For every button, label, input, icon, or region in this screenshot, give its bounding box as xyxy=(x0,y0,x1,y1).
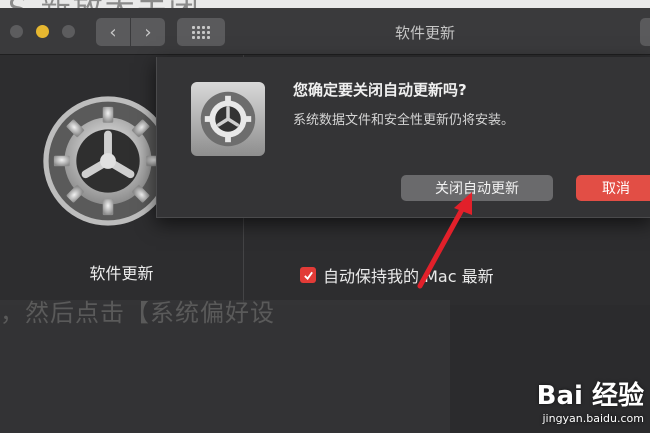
watermark-brand: Bai 经验 xyxy=(536,381,644,411)
gear-icon xyxy=(43,96,173,226)
dialog-title: 您确定要关闭自动更新吗? xyxy=(293,81,467,99)
window-title: 软件更新 xyxy=(394,24,455,42)
background-instruction-text: ，然后点击【系统偏好设 xyxy=(0,299,275,327)
auto-update-checkbox[interactable] xyxy=(300,267,316,283)
confirm-dialog: 您确定要关闭自动更新吗? 系统数据文件和安全性更新仍将安装。 关闭自动更新 取消 xyxy=(156,57,650,218)
dialog-gear-icon xyxy=(191,82,265,156)
search-field[interactable] xyxy=(640,18,650,46)
pane-title: 软件更新 xyxy=(89,264,154,283)
annotation-arrow-icon xyxy=(417,192,472,289)
gear-icon xyxy=(200,91,256,147)
titlebar: ‹ › 软件更新 xyxy=(0,8,650,55)
dialog-message: 系统数据文件和安全性更新仍将安装。 xyxy=(293,113,515,128)
baidu-watermark: Bai 经验 jingyan.baidu.com xyxy=(537,375,644,425)
watermark-url: jingyan.baidu.com xyxy=(542,412,644,425)
cancel-button[interactable]: 取消 xyxy=(576,175,650,201)
checkmark-icon xyxy=(303,271,313,280)
